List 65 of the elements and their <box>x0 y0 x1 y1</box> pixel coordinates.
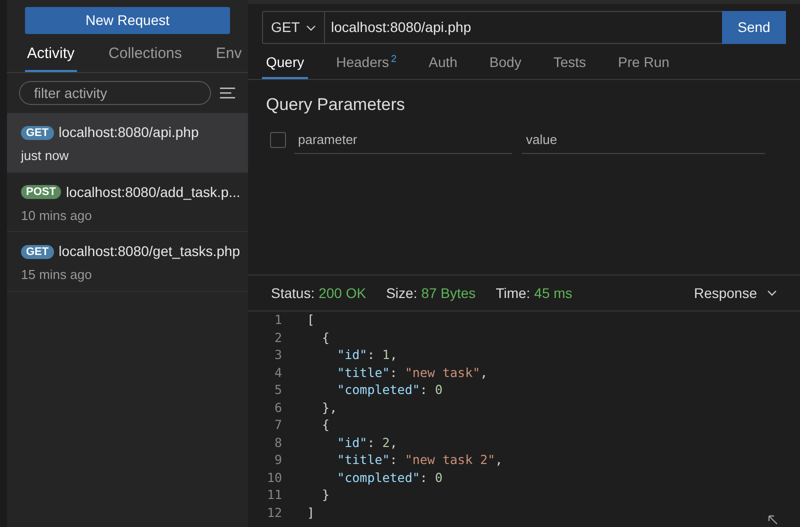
code-line: "id": 2, <box>336 434 398 452</box>
code-line: [ <box>307 312 315 330</box>
send-button[interactable]: Send <box>722 11 786 44</box>
sidebar-tab[interactable]: Collections <box>106 38 184 72</box>
sidebar-tab[interactable]: Activity <box>25 38 77 72</box>
code-line: "id": 1, <box>336 346 398 364</box>
request-time: 15 mins ago <box>21 266 93 284</box>
line-number: 10 <box>266 468 282 487</box>
code-line: "completed": 0 <box>336 468 442 487</box>
code-line: "title": "new task 2", <box>336 451 503 470</box>
request-tab[interactable]: Body <box>485 48 526 79</box>
section-title: Query Parameters <box>266 94 406 116</box>
line-number: 11 <box>266 486 282 504</box>
request-tab[interactable]: Query <box>262 48 308 79</box>
method-badge: GET <box>21 126 54 140</box>
line-number: 7 <box>273 416 282 434</box>
request-tab[interactable]: Tests <box>549 48 590 79</box>
line-number: 6 <box>273 398 282 417</box>
param-checkbox[interactable] <box>270 132 286 148</box>
line-number: 1 <box>273 312 282 330</box>
size-label: Size: <box>386 284 418 302</box>
request-url: localhost:8080/add_task.p... <box>66 182 240 202</box>
request-tab[interactable]: Auth <box>424 48 462 79</box>
new-request-button[interactable]: New Request <box>25 7 230 34</box>
code-line: ] <box>307 504 315 522</box>
filter-field[interactable]: filter activity <box>19 81 211 105</box>
request-time: just now <box>21 147 70 165</box>
url-field[interactable]: localhost:8080/api.php <box>325 11 722 44</box>
line-number: 9 <box>273 451 282 470</box>
request-url: localhost:8080/api.php <box>58 123 199 142</box>
line-number: 3 <box>273 346 282 364</box>
line-number: 5 <box>273 381 282 400</box>
activity-item[interactable]: GET localhost:8080/get_tasks.php 15 mins ago <box>7 232 248 292</box>
resize-icon[interactable] <box>768 515 778 525</box>
filter-icon[interactable] <box>219 86 236 100</box>
method-badge: GET <box>21 244 54 258</box>
request-tab[interactable]: Headers$^{2}$ <box>332 48 401 79</box>
method-badge: POST <box>21 185 61 199</box>
response-dropdown[interactable]: Response <box>694 282 777 304</box>
activity-item[interactable]: POST localhost:8080/add_task.p... 10 mins ago <box>7 172 248 232</box>
line-number: 12 <box>266 504 282 522</box>
value-field[interactable]: value <box>522 126 765 154</box>
sidebar-tab[interactable]: Env <box>214 38 244 72</box>
time-value: 45 ms <box>534 284 572 302</box>
code-line: { <box>321 416 330 434</box>
activity-item[interactable]: GET localhost:8080/api.php just now <box>7 113 248 172</box>
parameter-field[interactable]: parameter <box>294 126 512 154</box>
size-value: 87 Bytes <box>421 284 476 303</box>
method-dropdown[interactable]: GET <box>262 11 325 44</box>
code-line: }, <box>321 398 338 417</box>
request-url: localhost:8080/get_tasks.php <box>58 242 240 261</box>
chevron-down-icon <box>767 290 777 296</box>
code-line: } <box>321 486 330 504</box>
code-line: "title": "new task", <box>336 364 488 382</box>
code-line: "completed": 0 <box>336 381 442 400</box>
status-label: Status: <box>271 284 315 302</box>
chevron-down-icon <box>306 24 316 30</box>
code-line: { <box>321 328 330 347</box>
status-value: 200 OK <box>318 284 366 302</box>
line-number: 2 <box>273 328 282 347</box>
time-label: Time: <box>496 284 530 302</box>
line-number: 8 <box>273 434 282 452</box>
line-number: 4 <box>273 364 282 382</box>
request-time: 10 mins ago <box>21 206 93 225</box>
request-tab[interactable]: Pre Run <box>614 48 674 79</box>
